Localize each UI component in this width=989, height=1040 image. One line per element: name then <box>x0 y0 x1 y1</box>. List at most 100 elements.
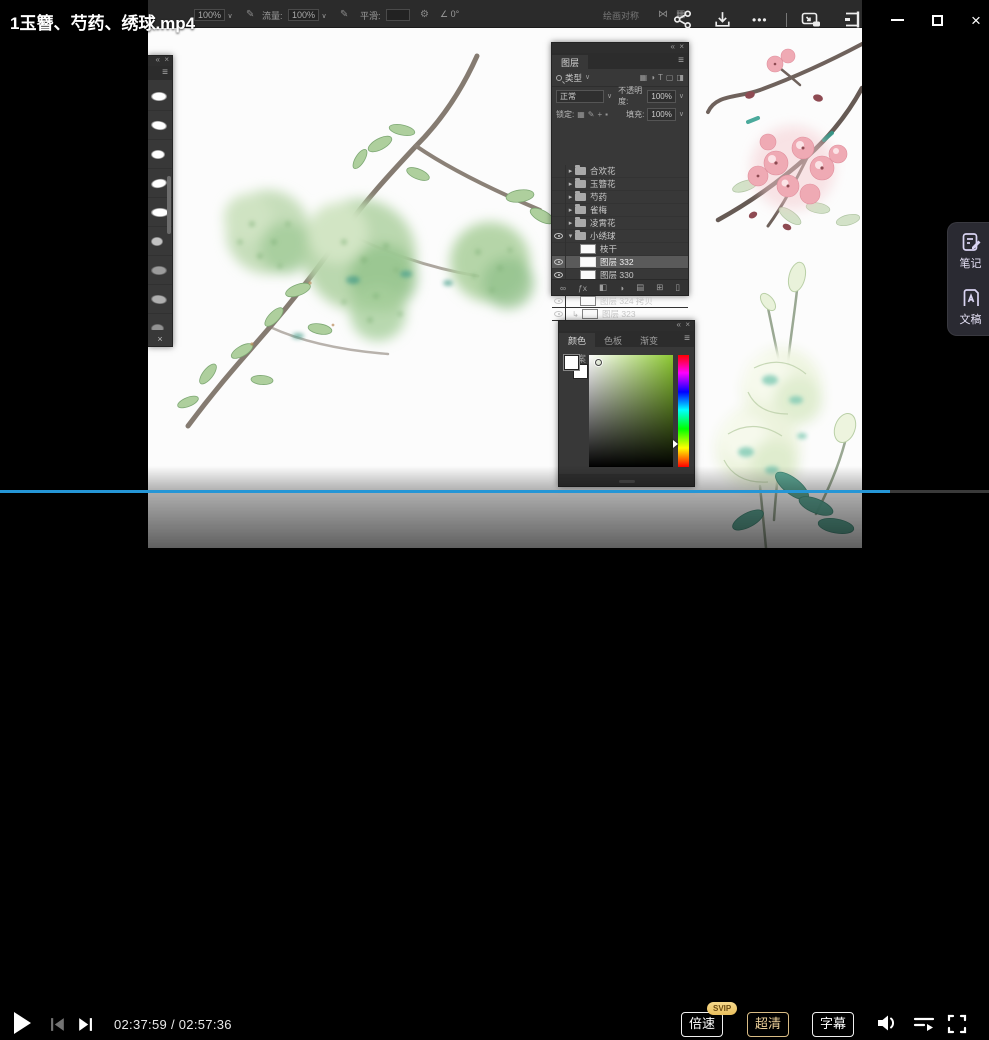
collapse-icon[interactable]: « <box>671 42 675 51</box>
visibility-toggle[interactable] <box>552 217 566 230</box>
color-cursor[interactable] <box>595 359 602 366</box>
visibility-toggle[interactable] <box>552 295 566 308</box>
expand-icon[interactable]: ▸ <box>566 219 575 227</box>
delete-layer-icon[interactable]: ▯ <box>675 282 680 293</box>
collapse-icon[interactable]: « <box>156 55 160 64</box>
more-options-button[interactable]: ••• <box>752 13 768 27</box>
layer-group-row[interactable]: ▾小绣球 <box>552 230 688 243</box>
subtitle-button[interactable]: 字幕 <box>812 1012 854 1037</box>
color-panel-header: « × <box>559 321 694 331</box>
fullscreen-button[interactable] <box>946 1013 968 1040</box>
visibility-toggle[interactable] <box>552 165 566 178</box>
filter-type-icon[interactable]: T <box>658 69 663 87</box>
lock-all-icon[interactable]: ▪ <box>605 110 608 119</box>
close-window-button[interactable]: × <box>963 8 989 32</box>
visibility-toggle[interactable] <box>552 230 566 243</box>
visibility-toggle[interactable] <box>552 191 566 204</box>
layer-group-row[interactable]: ▸玉簪花 <box>552 178 688 191</box>
download-button[interactable] <box>712 9 733 30</box>
foreground-color-swatch[interactable] <box>564 355 579 370</box>
close-icon[interactable]: × <box>679 42 684 51</box>
brushes-scrollbar[interactable] <box>167 176 171 234</box>
collapse-icon[interactable]: « <box>677 320 681 329</box>
layer-row[interactable]: 图层 324 拷贝 <box>552 295 688 308</box>
dock-to-side-button[interactable] <box>842 9 862 30</box>
brush-stroke-thumb <box>150 120 167 131</box>
brush-preset[interactable] <box>148 140 172 169</box>
layer-row[interactable]: 枝干 <box>552 243 688 256</box>
brush-preset[interactable] <box>148 82 172 111</box>
video-surface[interactable]: 100% ∨ ✎ 流量: 100% ∨ ✎ 平滑: ⚙ ∠ 0° 绘画对称 ⋈ … <box>148 0 862 548</box>
link-layers-icon[interactable]: ∞ <box>560 283 566 293</box>
layer-group-row[interactable]: ▸芍药 <box>552 191 688 204</box>
layer-thumbnail <box>580 296 596 306</box>
expand-icon[interactable]: ▸ <box>566 180 575 188</box>
filter-shape-icon[interactable]: ▢ <box>666 69 674 87</box>
visibility-toggle[interactable] <box>552 204 566 217</box>
progress-bar[interactable] <box>0 490 989 493</box>
filter-type-select[interactable]: 类型 <box>565 69 582 87</box>
layer-group-row[interactable]: ▸雀梅 <box>552 204 688 217</box>
layer-style-icon[interactable]: ƒx <box>578 283 587 293</box>
close-icon[interactable]: × <box>164 55 169 64</box>
new-layer-icon[interactable]: ⊞ <box>656 282 663 293</box>
playlist-button[interactable] <box>912 1014 936 1039</box>
fg-bg-swatches[interactable] <box>564 355 588 379</box>
previous-button[interactable] <box>50 1016 67 1038</box>
expand-icon[interactable]: ▸ <box>566 167 575 175</box>
hue-pointer[interactable] <box>673 440 678 448</box>
visibility-toggle[interactable] <box>552 178 566 191</box>
visibility-toggle[interactable] <box>552 256 566 269</box>
saturation-brightness-field[interactable] <box>589 355 673 467</box>
layers-tab-row: 图层 ≡ <box>552 53 688 69</box>
next-button[interactable] <box>76 1016 93 1038</box>
add-mask-icon[interactable]: ◧ <box>599 282 607 293</box>
maximize-button[interactable] <box>924 8 950 32</box>
tab-layers[interactable]: 图层 <box>552 55 588 71</box>
visibility-toggle[interactable] <box>552 308 566 321</box>
docs-button[interactable]: 文稿 <box>948 279 989 335</box>
play-button[interactable] <box>14 1012 31 1034</box>
folder-icon <box>575 232 586 240</box>
quality-button[interactable]: 超清 <box>747 1012 789 1037</box>
brush-preset[interactable] <box>148 111 172 140</box>
fill-value[interactable]: 100% <box>647 108 675 121</box>
brush-preset[interactable] <box>148 314 172 330</box>
layer-group-row[interactable]: ▸凌霄花 <box>552 217 688 230</box>
volume-button[interactable] <box>875 1012 899 1039</box>
video-title: 1玉簪、芍药、绣球.mp4 <box>10 9 195 34</box>
filter-pixel-icon[interactable]: ▦ <box>640 69 648 87</box>
minimize-button[interactable] <box>884 8 910 32</box>
panel-menu-icon[interactable]: ≡ <box>162 67 168 78</box>
brush-preset[interactable] <box>148 256 172 285</box>
layer-row-selected[interactable]: 图层 332 <box>552 256 688 269</box>
lock-transparent-icon[interactable]: ▦ <box>577 110 585 119</box>
expand-icon[interactable]: ▸ <box>566 193 575 201</box>
visibility-toggle[interactable] <box>552 243 566 256</box>
picture-in-picture-button[interactable] <box>800 9 822 30</box>
duration: 02:57:36 <box>179 1017 232 1032</box>
brush-preset[interactable] <box>148 285 172 314</box>
new-group-icon[interactable]: ▤ <box>636 282 644 293</box>
blend-mode-select[interactable]: 正常 <box>556 90 604 103</box>
brushes-panel-header: « × <box>148 56 172 66</box>
opacity-value[interactable]: 100% <box>647 90 675 103</box>
notes-button[interactable]: 笔记 <box>948 223 989 279</box>
time-separator: / <box>171 1017 175 1032</box>
layer-group-row[interactable]: ▸合欢花 <box>552 165 688 178</box>
filter-adjust-icon[interactable]: ◑ <box>650 69 655 87</box>
lock-pixels-icon[interactable]: ✎ <box>588 110 595 119</box>
panel-menu-icon[interactable]: ≡ <box>684 333 690 344</box>
brushes-close-icon[interactable]: × <box>148 334 172 344</box>
close-icon[interactable]: × <box>685 320 690 329</box>
panel-menu-icon[interactable]: ≡ <box>678 55 684 66</box>
expand-icon[interactable]: ▸ <box>566 206 575 214</box>
expand-icon[interactable]: ▾ <box>566 232 575 240</box>
share-button[interactable] <box>672 9 693 30</box>
ps-smooth-value <box>386 9 410 21</box>
playback-speed-button[interactable]: 倍速 <box>681 1012 723 1037</box>
hue-slider[interactable] <box>678 355 689 467</box>
lock-position-icon[interactable]: + <box>598 110 603 119</box>
filter-smart-icon[interactable]: ◨ <box>676 69 684 87</box>
adjustment-layer-icon[interactable]: ◑ <box>619 283 624 293</box>
